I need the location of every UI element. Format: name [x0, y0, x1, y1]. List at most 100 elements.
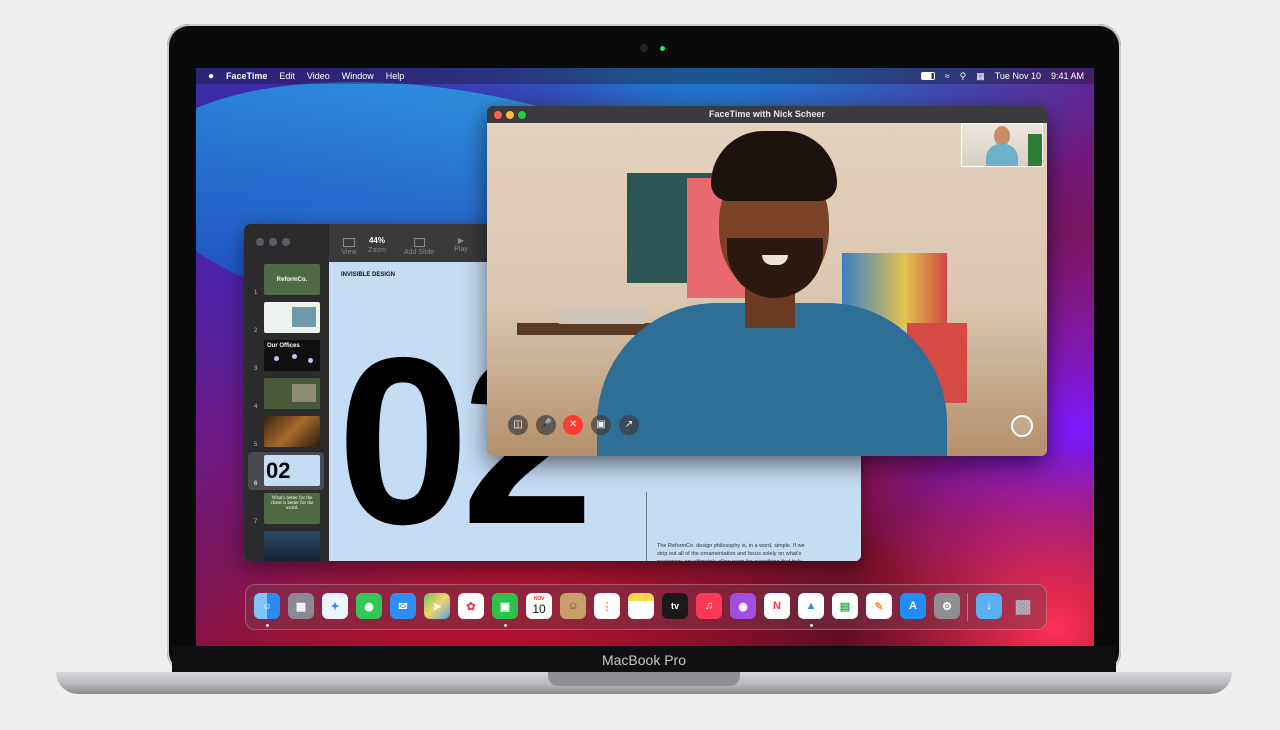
- desktop-screen: ● FaceTime Edit Video Window Help ≈ ⚲ ▦ …: [196, 68, 1094, 646]
- toolbar-label: Zoom: [368, 247, 386, 254]
- paint-palette: [557, 308, 647, 324]
- tv-label: tv: [670, 601, 679, 611]
- slide-number: 1: [254, 290, 258, 296]
- slide-thumbnail-title: What's better for the client is better f…: [270, 496, 314, 511]
- menu-help[interactable]: Help: [386, 71, 405, 81]
- slide-number: 2: [254, 328, 258, 334]
- self-view-pip[interactable]: [961, 123, 1043, 167]
- laptop-notch: [548, 672, 740, 686]
- toolbar-label: Add Slide: [404, 249, 434, 256]
- remote-video-feed: ◫ 🎤 ✕ ▣ ↗: [487, 123, 1047, 456]
- slide-divider: [646, 492, 647, 561]
- control-center-icon[interactable]: ▦: [976, 71, 985, 82]
- mail-icon[interactable]: ✉: [390, 593, 416, 619]
- battery-icon[interactable]: [920, 72, 935, 80]
- slide-number: 6: [254, 481, 258, 487]
- slide-thumbnail-1[interactable]: ReformCo.: [264, 264, 320, 295]
- slide-thumbnail-title: ReformCo.: [276, 276, 308, 283]
- slide-number: 4: [254, 404, 258, 410]
- minimize-button[interactable]: [506, 111, 514, 119]
- notes-icon[interactable]: [628, 593, 654, 619]
- slide-thumbnail-3[interactable]: Our Offices: [264, 340, 320, 371]
- zoom-button[interactable]: [282, 238, 290, 246]
- menu-window[interactable]: Window: [342, 71, 374, 81]
- live-photo-capture-button[interactable]: [1011, 415, 1033, 437]
- add-slide-icon: [413, 238, 425, 247]
- running-indicator: [504, 624, 507, 627]
- news-icon[interactable]: N: [764, 593, 790, 619]
- menubar-time[interactable]: 9:41 AM: [1051, 71, 1084, 81]
- play-icon: ▶: [457, 236, 465, 245]
- safari-icon[interactable]: ✦: [322, 593, 348, 619]
- calendar-day: 10: [532, 602, 546, 616]
- slide-thumbnail-7[interactable]: What's better for the client is better f…: [264, 493, 320, 524]
- facetime-titlebar: FaceTime with Nick Scheer: [487, 106, 1047, 123]
- facetime-window: FaceTime with Nick Scheer ◫ 🎤 ✕ ▣ ↗: [487, 106, 1047, 456]
- camera-toggle-icon[interactable]: ▣: [591, 415, 611, 435]
- slide-number: 5: [254, 442, 258, 448]
- trash-icon[interactable]: ▩: [1010, 593, 1036, 619]
- slide-heading: INVISIBLE DESIGN: [341, 272, 396, 278]
- maps-icon[interactable]: ➤: [424, 593, 450, 619]
- add-slide-button[interactable]: Add Slide: [399, 238, 439, 256]
- model-label: MacBook Pro: [601, 652, 687, 668]
- play-button[interactable]: ▶ Play: [441, 236, 481, 253]
- fullscreen-icon[interactable]: ↗: [619, 415, 639, 435]
- window-title: FaceTime with Nick Scheer: [709, 109, 825, 119]
- dock: ☺ ▦ ✦ ◉ ✉ ➤ ✿ ▣ NOV 10 ☺ ⋮ tv ♫ ◉ N ▲ ▤ ✎…: [245, 584, 1047, 630]
- zoom-button[interactable]: [518, 111, 526, 119]
- slide-thumbnail-title: 02: [266, 458, 291, 483]
- podcasts-icon[interactable]: ◉: [730, 593, 756, 619]
- self-view-shirt: [986, 144, 1018, 166]
- slide-thumbnail-8[interactable]: [264, 531, 320, 561]
- appstore-icon[interactable]: A: [900, 593, 926, 619]
- slide-number: 3: [254, 366, 258, 372]
- finder-icon[interactable]: ☺: [254, 593, 280, 619]
- reminders-icon[interactable]: ⋮: [594, 593, 620, 619]
- tv-icon[interactable]: tv: [662, 593, 688, 619]
- sidebar-toggle-icon[interactable]: ◫: [508, 415, 528, 435]
- slide-number: 7: [254, 519, 258, 525]
- facetime-icon[interactable]: ▣: [492, 593, 518, 619]
- camera: [640, 44, 648, 52]
- camera-indicator-light: [660, 46, 665, 51]
- calendar-icon[interactable]: NOV 10: [526, 593, 552, 619]
- menu-video[interactable]: Video: [307, 71, 330, 81]
- app-menu[interactable]: FaceTime: [226, 71, 267, 81]
- slide-thumbnail-4[interactable]: [264, 378, 320, 409]
- photos-icon[interactable]: ✿: [458, 593, 484, 619]
- slide-thumbnail-2[interactable]: [264, 302, 320, 333]
- mute-microphone-icon[interactable]: 🎤: [536, 415, 556, 435]
- contacts-icon[interactable]: ☺: [560, 593, 586, 619]
- settings-icon[interactable]: ⚙: [934, 593, 960, 619]
- running-indicator: [266, 624, 269, 627]
- zoom-dropdown[interactable]: 44% Zoom: [357, 236, 397, 254]
- toolbar-label: Play: [454, 246, 468, 253]
- self-view-face: [994, 126, 1010, 146]
- spotlight-search-icon[interactable]: ⚲: [960, 71, 967, 82]
- close-button[interactable]: [494, 111, 502, 119]
- end-call-icon[interactable]: ✕: [563, 415, 583, 435]
- apple-menu-icon[interactable]: ●: [208, 71, 214, 82]
- downloads-folder-icon[interactable]: ↓: [976, 593, 1002, 619]
- minimize-button[interactable]: [269, 238, 277, 246]
- slide-thumbnail-6[interactable]: 02: [264, 455, 320, 486]
- zoom-value: 44%: [368, 236, 385, 245]
- numbers-icon[interactable]: ▤: [832, 593, 858, 619]
- menubar-date[interactable]: Tue Nov 10: [995, 71, 1041, 81]
- launchpad-icon[interactable]: ▦: [288, 593, 314, 619]
- slide-thumbnail-title: Our Offices: [267, 343, 300, 349]
- close-button[interactable]: [256, 238, 264, 246]
- sidebar-view-icon: [343, 238, 355, 247]
- running-indicator: [810, 624, 813, 627]
- keynote-icon[interactable]: ▲: [798, 593, 824, 619]
- messages-icon[interactable]: ◉: [356, 593, 382, 619]
- wifi-icon[interactable]: ≈: [945, 71, 950, 81]
- pages-icon[interactable]: ✎: [866, 593, 892, 619]
- menu-bar: ● FaceTime Edit Video Window Help ≈ ⚲ ▦ …: [196, 68, 1094, 84]
- menu-edit[interactable]: Edit: [279, 71, 295, 81]
- slide-body-text: The ReformCo. design philosophy is, in a…: [657, 543, 805, 561]
- person-hair: [711, 131, 837, 201]
- music-icon[interactable]: ♫: [696, 593, 722, 619]
- slide-thumbnail-5[interactable]: [264, 416, 320, 447]
